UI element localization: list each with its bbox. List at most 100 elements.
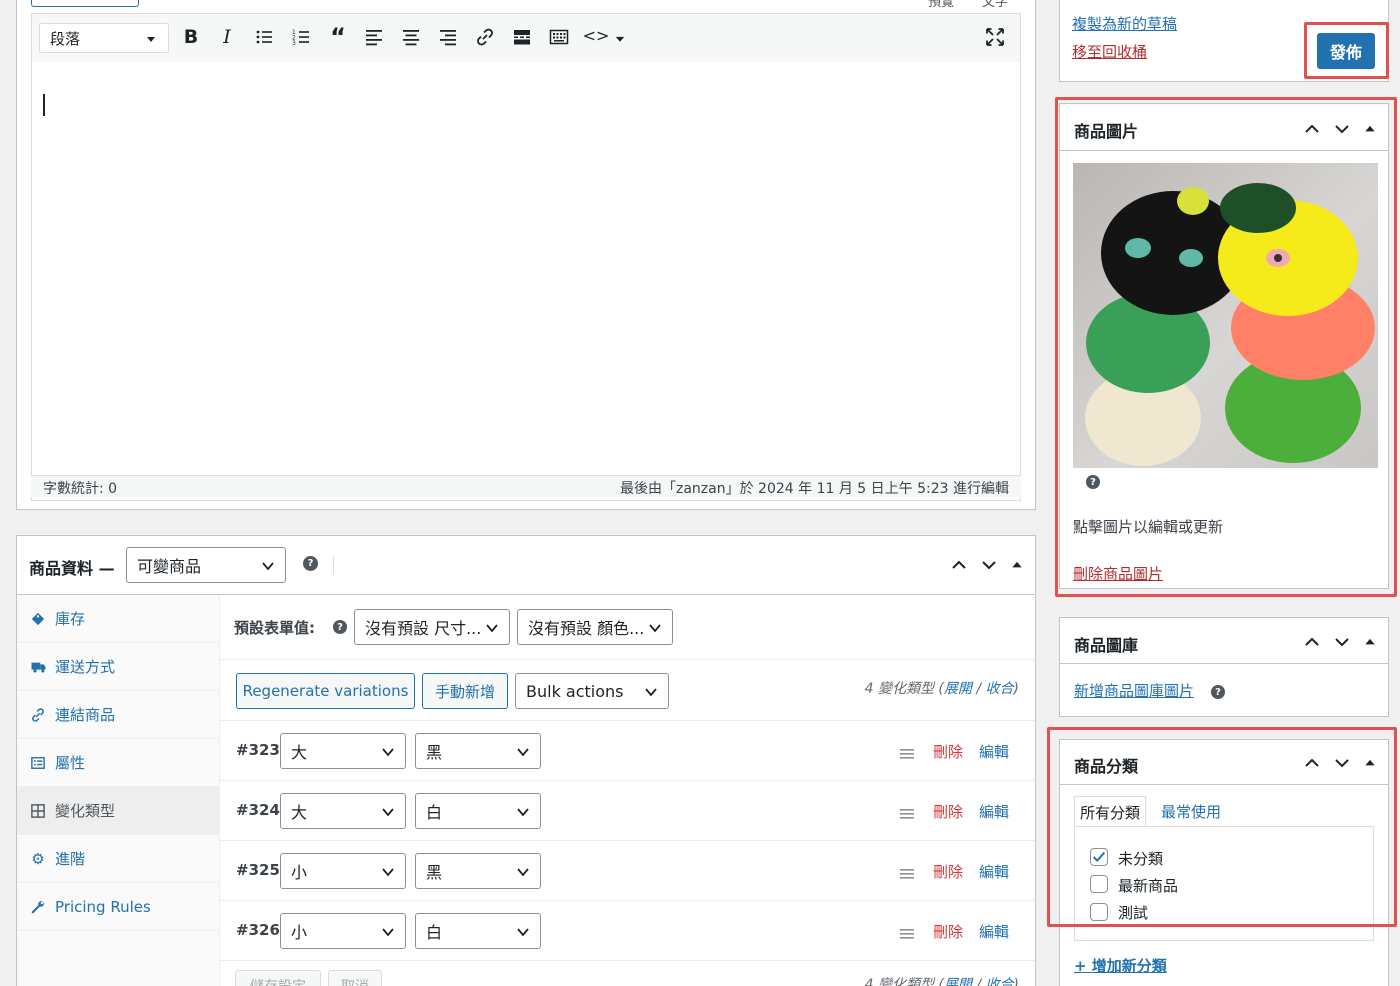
expand-link[interactable]: 展開 [944,977,972,986]
link-icon[interactable] [474,26,496,48]
help-icon[interactable]: ? [1086,475,1100,489]
drag-handle-icon[interactable] [900,746,914,759]
align-right-icon[interactable] [437,26,459,48]
numbered-list-icon[interactable]: 123 [290,26,312,48]
edit-variation-link[interactable]: 編輯 [979,741,1009,762]
publish-button[interactable]: 發佈 [1317,33,1375,69]
move-up-icon[interactable] [1303,120,1321,138]
bold-icon[interactable]: B [180,26,202,48]
bulk-actions-select[interactable]: Bulk actions [515,673,669,709]
category-checkbox-newest[interactable] [1090,875,1108,893]
drag-handle-icon[interactable] [900,866,914,879]
variation-actions-row: Regenerate variations 手動新增 Bulk actions … [220,660,1035,721]
category-checkbox-test[interactable] [1090,903,1108,921]
manual-add-button[interactable]: 手動新增 [422,673,508,709]
tab-advanced[interactable]: ⚙ 進階 [17,835,220,883]
tab-variations[interactable]: 變化類型 [17,787,220,835]
gallery-box: 商品圖庫 新增商品圖庫圖片 ? [1059,617,1389,717]
copy-draft-link[interactable]: 複製為新的草稿 [1072,13,1177,34]
variation-save-row: 儲存設定 取消 4 變化類型 (展開 / 收合) [220,961,1035,986]
default-size-select[interactable]: 沒有預設 尺寸... [354,609,510,645]
product-image-title: 商品圖片 [1074,122,1139,141]
collapse-link[interactable]: 收合 [986,977,1014,986]
expand-link[interactable]: 展開 [944,681,972,697]
add-gallery-link[interactable]: 新增商品圖庫圖片 [1074,680,1194,701]
code-dropdown-icon[interactable] [609,28,631,50]
delete-variation-link[interactable]: 刪除 [933,801,963,822]
toggle-panel-icon[interactable] [1363,120,1377,138]
blockquote-icon[interactable]: “ [327,23,349,51]
move-up-icon[interactable] [950,556,968,574]
save-variations-button[interactable]: 儲存設定 [235,970,321,986]
tab-all-categories[interactable]: 所有分類 [1074,796,1146,827]
drag-handle-icon[interactable] [900,806,914,819]
edit-variation-link[interactable]: 編輯 [979,861,1009,882]
default-color-select[interactable]: 沒有預設 顏色... [517,609,673,645]
edit-variation-link[interactable]: 編輯 [979,801,1009,822]
text-caret [43,94,45,116]
collapse-link[interactable]: 收合 [986,681,1014,697]
move-trash-link[interactable]: 移至回收桶 [1072,41,1147,62]
drag-handle-icon[interactable] [900,926,914,939]
cancel-variations-button[interactable]: 取消 [328,970,382,986]
wrench-icon [29,900,47,914]
variation-color-select[interactable]: 白 [415,913,541,949]
help-icon[interactable]: ? [303,556,318,571]
align-center-icon[interactable] [400,26,422,48]
category-label: 未分類 [1118,850,1164,868]
align-left-icon[interactable] [363,26,385,48]
move-down-icon[interactable] [1333,633,1351,651]
variation-color-select[interactable]: 黑 [415,853,541,889]
variation-size-select[interactable]: 小 [280,853,406,889]
toggle-panel-icon[interactable] [1363,633,1377,651]
variation-row[interactable]: #325 小 黑 刪除 編輯 [220,841,1035,901]
move-down-icon[interactable] [980,556,998,574]
move-up-icon[interactable] [1303,754,1321,772]
variation-size-select[interactable]: 小 [280,913,406,949]
category-checkbox-uncategorized[interactable] [1090,848,1108,866]
category-label: 測試 [1118,904,1149,922]
tab-inventory[interactable]: 庫存 [17,595,220,643]
text-tab[interactable]: 文字 [973,0,1017,11]
delete-variation-link[interactable]: 刪除 [933,741,963,762]
tab-popular-categories[interactable]: 最常使用 [1161,801,1221,822]
format-select[interactable]: 段落 [39,23,169,53]
move-down-icon[interactable] [1333,754,1351,772]
product-photo[interactable] [1073,163,1378,468]
variation-row[interactable]: #323 大 黑 刪除 編輯 [220,721,1035,781]
variation-size-select[interactable]: 大 [280,733,406,769]
help-icon[interactable]: ? [1211,685,1225,699]
move-up-icon[interactable] [1303,633,1321,651]
product-data-header: 商品資料 — 可變商品 ? [17,536,1035,595]
delete-variation-link[interactable]: 刪除 [933,861,963,882]
preview-tab[interactable]: 預覽 [915,0,967,11]
editor-content-area[interactable] [32,62,1020,474]
add-category-link[interactable]: + 增加新分類 [1074,955,1167,976]
help-icon[interactable]: ? [333,620,347,634]
variation-color-select[interactable]: 白 [415,793,541,829]
toggle-panel-icon[interactable] [1363,754,1377,772]
toggle-panel-icon[interactable] [1010,556,1024,574]
variation-row[interactable]: #326 小 白 刪除 編輯 [220,901,1035,961]
remove-image-link[interactable]: 刪除商品圖片 [1073,563,1163,584]
add-media-button-edge[interactable] [31,0,139,7]
regenerate-variations-button[interactable]: Regenerate variations [236,673,415,709]
read-more-icon[interactable] [511,26,533,48]
tab-attributes[interactable]: 屬性 [17,739,220,787]
variation-size-select[interactable]: 大 [280,793,406,829]
variation-color-select[interactable]: 黑 [415,733,541,769]
edit-variation-link[interactable]: 編輯 [979,921,1009,942]
gear-icon: ⚙ [31,849,45,868]
bullet-list-icon[interactable] [253,26,275,48]
tab-pricing-rules[interactable]: Pricing Rules [17,883,220,931]
tab-linked-products[interactable]: 連結商品 [17,691,220,739]
fullscreen-icon[interactable] [984,26,1006,48]
delete-variation-link[interactable]: 刪除 [933,921,963,942]
variation-row[interactable]: #324 大 白 刪除 編輯 [220,781,1035,841]
code-icon[interactable]: <> [583,24,610,46]
product-type-select[interactable]: 可變商品 [126,547,286,583]
italic-icon[interactable]: I [216,26,238,48]
move-down-icon[interactable] [1333,120,1351,138]
tab-shipping[interactable]: 運送方式 [17,643,220,691]
toolbar-toggle-icon[interactable] [548,26,570,48]
